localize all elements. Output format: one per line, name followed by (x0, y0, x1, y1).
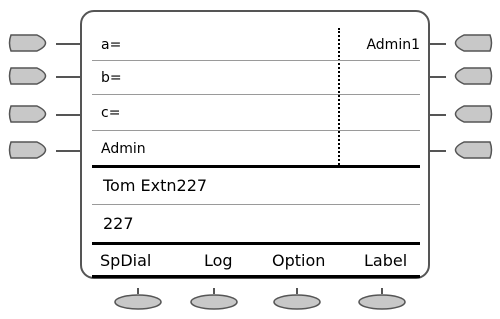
left-line-button-4[interactable] (7, 141, 57, 159)
softkey-button-3[interactable] (272, 288, 322, 310)
left-line-button-1[interactable] (7, 34, 57, 52)
line-row-4: Admin (92, 130, 420, 165)
softkey-option: Option (272, 251, 326, 270)
softkey-log: Log (204, 251, 233, 270)
line-3-label: c= (101, 105, 121, 121)
right-line-button-2[interactable] (444, 67, 494, 85)
softkey-button-1[interactable] (113, 288, 163, 310)
line-row-2: b= (92, 60, 420, 95)
caller-name: Tom Extn227 (103, 176, 208, 195)
softkey-button-4[interactable] (357, 288, 407, 310)
extension-number: 227 (103, 214, 134, 233)
status-name-row: Tom Extn227 (92, 165, 420, 204)
left-line-button-2[interactable] (7, 67, 57, 85)
softkey-button-2[interactable] (189, 288, 239, 310)
line-4-label: Admin (101, 141, 146, 157)
softkey-spdial: SpDial (100, 251, 152, 270)
line-row-3: c= (92, 94, 420, 131)
line-1-label: a= (101, 37, 122, 53)
line-2-label: b= (101, 70, 122, 86)
right-line-button-4[interactable] (444, 141, 494, 159)
line-1-right-label: Admin1 (366, 37, 420, 53)
line-row-1: a= Admin1 (92, 28, 420, 61)
softkey-bar: SpDial Log Option Label (92, 242, 420, 278)
phone-display: a= Admin1 b= c= Admin Tom Extn227 227 Sp… (80, 10, 430, 279)
right-line-button-3[interactable] (444, 105, 494, 123)
left-line-button-3[interactable] (7, 105, 57, 123)
softkey-label: Label (364, 251, 408, 270)
right-line-button-1[interactable] (444, 34, 494, 52)
status-extension-row: 227 (92, 204, 420, 240)
